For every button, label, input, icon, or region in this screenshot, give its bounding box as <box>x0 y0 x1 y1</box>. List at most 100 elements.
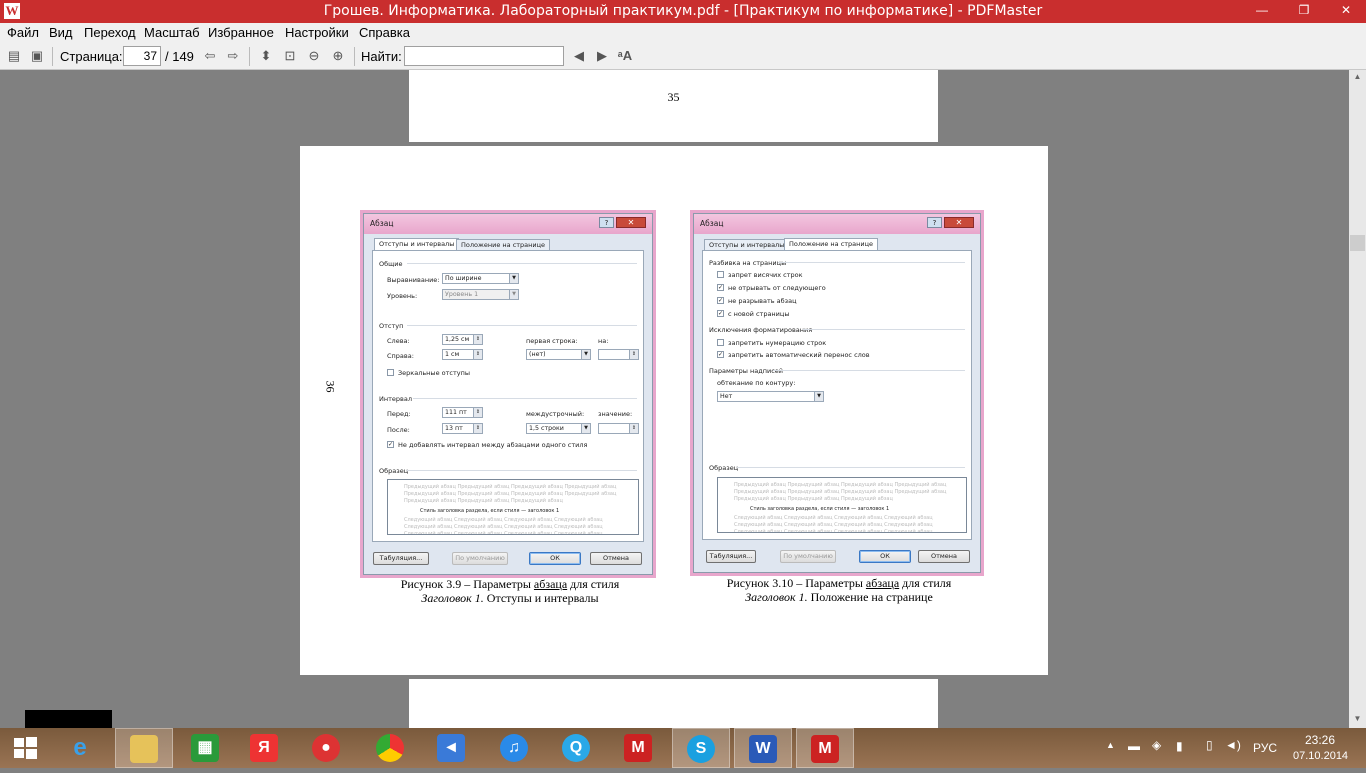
zoom-in-icon[interactable]: ⊕ <box>330 48 346 64</box>
value-label: значение: <box>598 410 633 418</box>
find-prev-icon[interactable]: ◀ <box>571 48 587 64</box>
keep-lines-checkbox: ✓ <box>717 297 724 304</box>
scroll-thumb[interactable] <box>1350 235 1365 251</box>
divider <box>407 325 637 326</box>
page-number: 35 <box>667 90 680 104</box>
taskbar-volume-app[interactable]: ◄ <box>423 728 481 768</box>
taskbar-pdfmaster[interactable]: M <box>796 728 854 768</box>
dropbox-icon[interactable]: ◈ <box>1152 738 1161 752</box>
figure-caption-3-10: Рисунок 3.10 – Параметры абзаца для стил… <box>726 576 952 604</box>
no-space-checkbox: ✓ <box>387 441 394 448</box>
print-icon[interactable]: ▣ <box>29 48 45 64</box>
sample-main-text: Стиль заголовка раздела, если стиля — за… <box>750 506 890 512</box>
dialog-body: Разбивка на страницы запрет висячих стро… <box>702 250 972 540</box>
page-number: 36 <box>323 380 338 393</box>
first-line-select: (нет) ▼ <box>526 349 591 360</box>
taskbar-itunes[interactable]: ♫ <box>486 728 544 768</box>
taskbar-ie[interactable]: e <box>52 728 110 768</box>
pdf-page-36: 36 Абзац ? ✕ Отступы и интервалы Положен… <box>300 146 1048 675</box>
section-textbox: Параметры надписей <box>709 367 783 375</box>
taskbar-chrome[interactable] <box>362 728 420 768</box>
minimize-button[interactable]: — <box>1242 0 1282 21</box>
find-input[interactable] <box>404 46 564 66</box>
align-select: По ширине ▼ <box>442 273 519 284</box>
paragraph-dialog-indents: Абзац ? ✕ Отступы и интервалы Положение … <box>363 213 653 575</box>
yandex-icon: Я <box>250 734 278 762</box>
menu-view[interactable]: Вид <box>49 25 73 40</box>
scroll-down-icon[interactable]: ▼ <box>1349 714 1366 728</box>
speaker-icon: ◄ <box>437 734 465 762</box>
menu-file[interactable]: Файл <box>7 25 39 40</box>
menu-help[interactable]: Справка <box>359 25 410 40</box>
page-break-checkbox: ✓ <box>717 310 724 317</box>
taskbar-media[interactable]: ● <box>298 728 356 768</box>
taskbar-word[interactable]: W <box>734 728 792 768</box>
restore-button[interactable]: ❐ <box>1284 0 1324 21</box>
fit-width-icon[interactable]: ⬍ <box>258 48 274 64</box>
mirror-label: Зеркальные отступы <box>398 369 470 377</box>
sample-main-text: Стиль заголовка раздела, если стиля — за… <box>420 508 560 514</box>
tray-expand-icon[interactable]: ▲ <box>1106 740 1115 750</box>
taskbar-skype[interactable]: S <box>672 728 730 768</box>
right-indent-label: Справа: <box>387 352 414 360</box>
left-indent-input: 1,25 см ⇕ <box>442 334 483 345</box>
taskbar-mcafee[interactable]: M <box>610 728 668 768</box>
keyboard-icon[interactable]: ▬ <box>1128 739 1140 753</box>
before-input: 111 пт ⇕ <box>442 407 483 418</box>
clock-date[interactable]: 07.10.2014 <box>1293 750 1348 762</box>
start-button[interactable] <box>0 728 50 768</box>
taskbar-explorer[interactable] <box>115 728 173 768</box>
language-indicator[interactable]: РУС <box>1253 741 1277 755</box>
ie-icon: e <box>73 734 87 761</box>
cancel-button: Отмена <box>590 552 642 565</box>
quicktime-icon: Q <box>562 734 590 762</box>
level-label: Уровень: <box>387 292 418 300</box>
sample-before-text: Предыдущий абзац Предыдущий абзац Предыд… <box>404 484 617 504</box>
no-space-label: Не добавлять интервал между абзацами одн… <box>398 441 588 449</box>
taskbar-quicktime[interactable]: Q <box>548 728 606 768</box>
page-number-input[interactable]: 37 <box>123 46 161 66</box>
divider <box>407 470 637 471</box>
section-exceptions: Исключения форматирования <box>709 326 813 334</box>
taskbar-store[interactable]: ▦ <box>177 728 235 768</box>
zoom-out-icon[interactable]: ⊖ <box>306 48 322 64</box>
divider <box>413 398 637 399</box>
find-next-icon[interactable]: ▶ <box>594 48 610 64</box>
menu-zoom[interactable]: Масштаб <box>144 25 200 40</box>
network-icon[interactable]: ▮ <box>1176 739 1183 753</box>
pdfmaster-icon: M <box>811 735 839 763</box>
floating-toolbar[interactable] <box>25 710 112 728</box>
battery-icon[interactable]: ▯ <box>1206 738 1213 752</box>
widow-label: запрет висячих строк <box>728 271 803 279</box>
suppress-numbers-checkbox <box>717 339 724 346</box>
page-break-label: с новой страницы <box>728 310 790 318</box>
close-button[interactable]: ✕ <box>1326 0 1366 21</box>
no-hyphen-label: запретить автоматический перенос слов <box>728 351 870 359</box>
volume-icon[interactable]: ◄) <box>1225 738 1241 752</box>
before-label: Перед: <box>387 410 411 418</box>
back-arrow-icon[interactable]: ⇦ <box>202 48 218 64</box>
open-icon[interactable]: ▤ <box>6 48 22 64</box>
sample-preview: Предыдущий абзац Предыдущий абзац Предыд… <box>717 477 967 533</box>
menu-settings[interactable]: Настройки <box>285 25 349 40</box>
dialog-title: Абзац <box>700 219 724 228</box>
value-input: ⇕ <box>598 423 639 434</box>
section-pagination: Разбивка на страницы <box>709 259 787 267</box>
dialog-body: Общие Выравнивание: По ширине ▼ Уровень: … <box>372 250 644 542</box>
taskbar-yandex[interactable]: Я <box>236 728 294 768</box>
fit-page-icon[interactable]: ⊡ <box>282 48 298 64</box>
default-button: По умолчанию <box>452 552 508 565</box>
toolbar: ▤ ▣ Страница: 37 / 149 ⇦ ⇨ ⬍ ⊡ ⊖ ⊕ Найти… <box>0 43 1366 70</box>
tabs-button: Табуляция... <box>706 550 756 563</box>
match-case-icon[interactable]: ᵃA <box>617 48 633 64</box>
media-player-icon: ● <box>312 734 340 762</box>
scroll-up-icon[interactable]: ▲ <box>1349 72 1366 86</box>
help-icon: ? <box>599 217 614 228</box>
word-icon: W <box>749 735 777 763</box>
vertical-scrollbar[interactable]: ▲ ▼ <box>1349 70 1366 728</box>
clock-time[interactable]: 23:26 <box>1305 733 1335 747</box>
page-total: / 149 <box>165 49 194 64</box>
forward-arrow-icon[interactable]: ⇨ <box>225 48 241 64</box>
menu-go[interactable]: Переход <box>84 25 136 40</box>
menu-favorites[interactable]: Избранное <box>208 25 274 40</box>
